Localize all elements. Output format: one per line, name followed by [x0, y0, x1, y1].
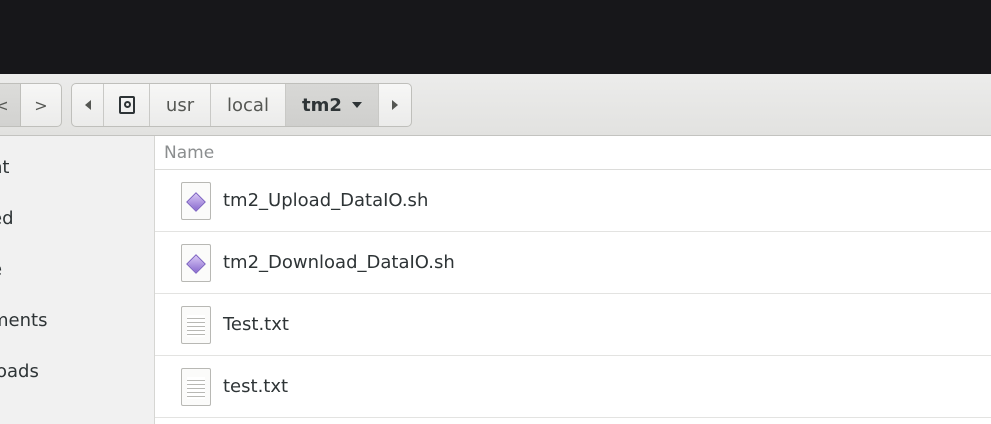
triangle-left-icon — [84, 100, 91, 110]
forward-button[interactable]: > — [20, 83, 62, 127]
drive-icon — [118, 96, 135, 114]
text-file-icon — [181, 305, 211, 344]
sidebar-item-label: nt — [0, 156, 10, 178]
top-panel — [0, 0, 991, 74]
file-list-view: Name tm2_Upload_DataIO.sh tm2_Download_D… — [155, 136, 991, 424]
script-file-icon — [181, 181, 211, 220]
file-name: tm2_Upload_DataIO.sh — [223, 190, 429, 211]
sidebar-item-label: e — [0, 259, 2, 280]
sidebar-item[interactable]: ments — [0, 300, 155, 340]
name-column-header[interactable]: Name — [155, 136, 991, 170]
file-name: test.txt — [223, 376, 289, 397]
sidebar-item[interactable]: e — [0, 249, 155, 289]
file-name: Test.txt — [223, 314, 289, 335]
forward-chevron-icon: > — [34, 95, 48, 115]
file-row[interactable]: Test.txt — [155, 294, 991, 356]
path-segment-label: tm2 — [302, 94, 342, 116]
path-bar: usr local tm2 — [71, 83, 412, 127]
header-bar: < > usr local tm2 — [0, 74, 991, 136]
column-header-label: Name — [164, 142, 215, 163]
file-row[interactable]: tm2_Upload_DataIO.sh — [155, 170, 991, 232]
file-row[interactable]: test.txt — [155, 356, 991, 418]
sidebar-item[interactable]: ed — [0, 198, 155, 238]
path-scroll-right-button[interactable] — [379, 84, 411, 126]
path-scroll-left-button[interactable] — [72, 84, 104, 126]
text-file-icon — [181, 367, 211, 406]
path-segment-usr[interactable]: usr — [150, 84, 211, 126]
sidebar-item-label: ments — [0, 309, 48, 331]
back-button[interactable]: < — [0, 83, 22, 127]
back-chevron-icon: < — [0, 95, 9, 115]
sidebar-item[interactable]: loads — [0, 351, 155, 391]
path-segment-label: local — [227, 94, 269, 116]
path-segment-label: usr — [165, 94, 195, 116]
sidebar-item[interactable]: nt — [0, 147, 155, 187]
path-root-button[interactable] — [104, 84, 150, 126]
file-name: tm2_Download_DataIO.sh — [223, 252, 455, 273]
file-row[interactable]: tm2_Download_DataIO.sh — [155, 232, 991, 294]
places-sidebar: nt ed e ments loads — [0, 136, 155, 424]
path-segment-tm2[interactable]: tm2 — [286, 84, 379, 126]
triangle-down-icon — [351, 102, 362, 108]
sidebar-item-label: ed — [0, 207, 14, 229]
triangle-right-icon — [392, 100, 398, 110]
path-segment-local[interactable]: local — [211, 84, 286, 126]
sidebar-item-label: loads — [0, 360, 39, 382]
script-file-icon — [181, 243, 211, 282]
